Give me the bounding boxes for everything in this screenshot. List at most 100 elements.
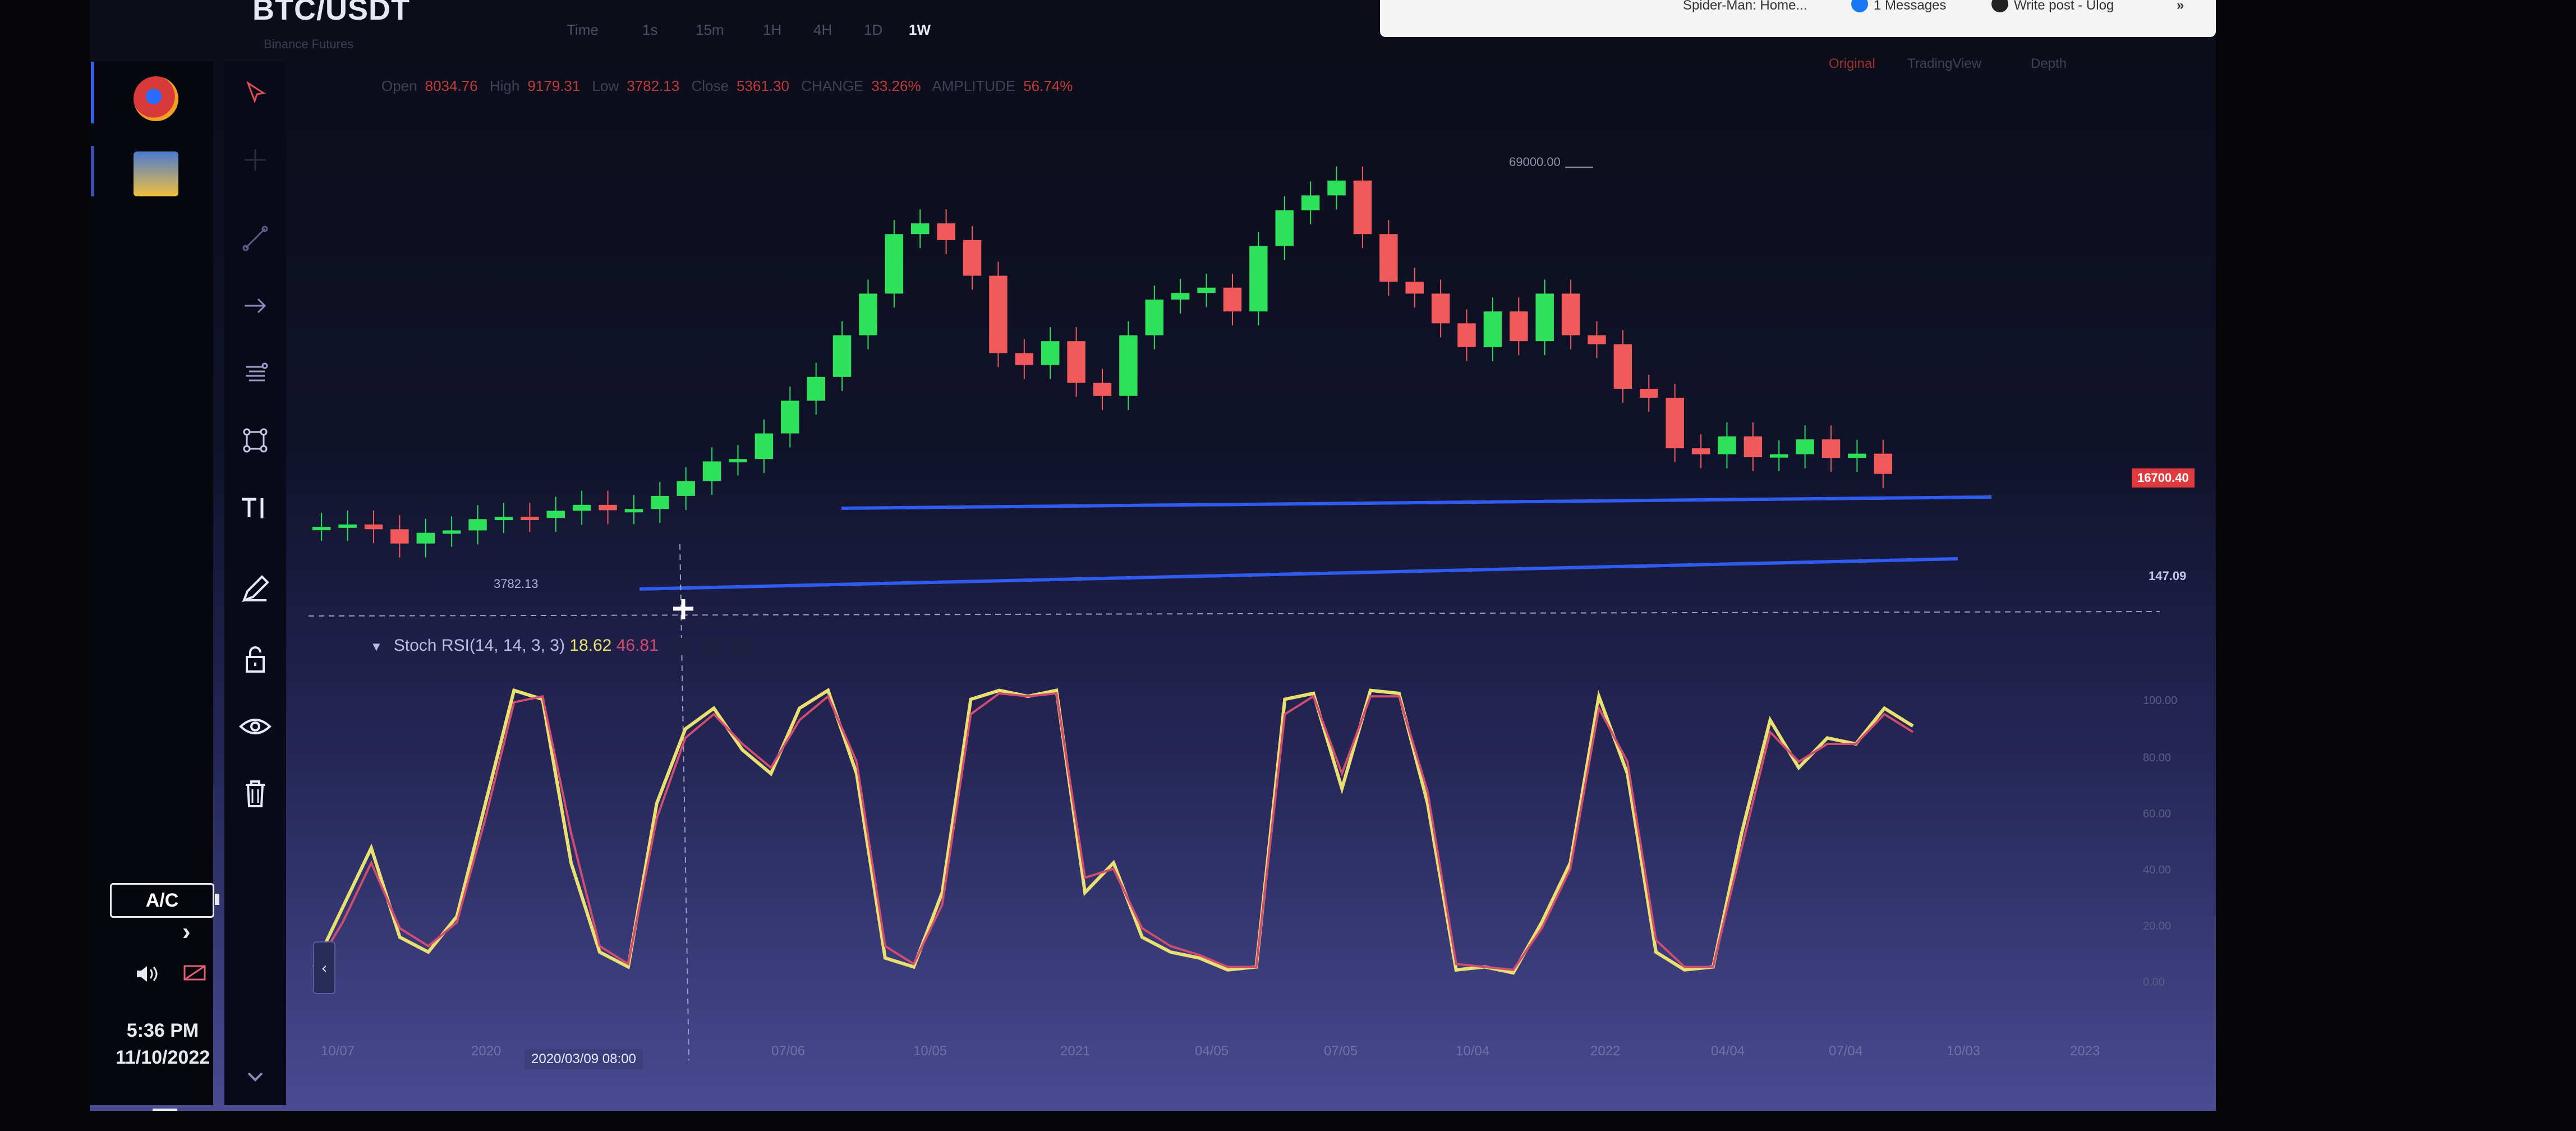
open-label: Open xyxy=(381,77,417,94)
crosshair-icon[interactable] xyxy=(236,140,275,180)
x-axis-label: 2020 xyxy=(471,1043,502,1059)
panel-collapse-button[interactable]: ‹ xyxy=(313,941,335,994)
speaker-icon[interactable] xyxy=(135,963,163,990)
tab-depth[interactable]: Depth xyxy=(2031,56,2067,72)
trend-line-icon[interactable] xyxy=(236,219,275,258)
lock-icon[interactable] xyxy=(236,640,275,679)
tab-timeframe-1d[interactable]: 1D xyxy=(864,21,882,39)
candle-body xyxy=(963,240,982,276)
stoch-rsi-legend[interactable]: ▼ Stoch RSI(14, 14, 3, 3) 18.62 46.81 xyxy=(370,636,750,655)
tab-spiderman[interactable]: Spider-Man: Home... xyxy=(1683,0,1807,13)
tabs-overflow-button[interactable]: » xyxy=(2177,0,2184,13)
tab-timeframe-time[interactable]: Time xyxy=(567,21,599,39)
candle-body xyxy=(832,335,852,377)
low-value: 3782.13 xyxy=(627,77,680,94)
pen-icon[interactable] xyxy=(236,569,275,609)
axis-tick: 60.00 xyxy=(2143,808,2172,820)
candle-body xyxy=(1640,389,1658,398)
candle-body xyxy=(807,376,825,401)
tab-write-post[interactable]: Write post - Ulog xyxy=(2014,0,2114,13)
battery-indicator[interactable]: A/C xyxy=(110,883,219,918)
candle-body xyxy=(911,223,930,235)
network-icon[interactable] xyxy=(182,963,207,990)
axis-tick: 20.00 xyxy=(2143,920,2172,932)
close-label: Close xyxy=(691,77,729,94)
candle-body xyxy=(885,234,904,294)
tab-messages[interactable]: 1 Messages xyxy=(1874,0,1946,13)
indicator-name: Stoch RSI(14, 14, 3, 3) xyxy=(393,636,565,655)
candle-body xyxy=(364,524,383,530)
facebook-icon xyxy=(1851,0,1868,12)
candle-body xyxy=(729,459,747,463)
expand-arrow-icon[interactable]: › xyxy=(182,918,191,946)
chevron-down-icon[interactable] xyxy=(236,1066,275,1088)
clock-date: 11/10/2022 xyxy=(115,1047,210,1068)
high-value: 9179.31 xyxy=(527,77,581,94)
candle-body xyxy=(390,529,409,544)
notification-center-icon[interactable]: 4 xyxy=(150,1105,184,1111)
eye-icon[interactable] xyxy=(236,707,275,746)
trash-icon[interactable] xyxy=(236,774,275,813)
amplitude-label: AMPLITUDE xyxy=(932,77,1016,94)
tab-original[interactable]: Original xyxy=(1829,56,1875,72)
battery-label: A/C xyxy=(145,889,179,911)
price-chart[interactable] xyxy=(309,107,2205,1072)
symbol-title[interactable]: BTC/USDT xyxy=(252,0,410,27)
indicator-hide-icon[interactable] xyxy=(703,638,721,655)
candle-body xyxy=(1613,344,1632,389)
candle-body xyxy=(1874,453,1893,474)
profile-avatar-icon[interactable] xyxy=(134,151,178,196)
indicator-close-icon[interactable] xyxy=(733,638,750,655)
candle-body xyxy=(1093,383,1112,396)
low-label: Low xyxy=(592,77,619,94)
tab-tradingview[interactable]: TradingView xyxy=(1907,56,1981,72)
app-sidebar: A/C › 5:36 PM 11/10/2022 4 xyxy=(90,62,219,1111)
candle-body xyxy=(1119,335,1138,396)
candle-body xyxy=(1821,439,1841,458)
candle-body xyxy=(442,530,461,534)
cursor-icon[interactable] xyxy=(236,73,275,112)
tab-timeframe-1w[interactable]: 1W xyxy=(909,21,931,39)
tab-timeframe-1h[interactable]: 1H xyxy=(763,21,781,39)
candle-body xyxy=(1848,453,1866,458)
browser-tabbar: Spider-Man: Home... 1 Messages Write pos… xyxy=(1380,0,2216,37)
last-price-tag: 16700.40 xyxy=(2132,468,2195,488)
candle-body xyxy=(312,527,331,531)
candle-body xyxy=(1666,397,1684,449)
high-marker-label: 69000.00 xyxy=(1509,155,1561,169)
x-axis-label: 10/03 xyxy=(1947,1043,1981,1059)
shape-icon[interactable] xyxy=(236,421,275,460)
tab-timeframe-15m[interactable]: 15m xyxy=(696,21,724,39)
tab-timeframe-1s[interactable]: 1s xyxy=(642,21,657,39)
candle-body xyxy=(546,511,565,518)
candle-body xyxy=(1561,293,1580,335)
x-axis-label: 2021 xyxy=(1060,1043,1091,1059)
candle-body xyxy=(1796,439,1814,454)
crosshair-horizontal xyxy=(309,611,2160,617)
stoch-d-line xyxy=(313,692,1914,971)
candle-body xyxy=(677,481,695,496)
stoch-rsi-panel xyxy=(312,688,1914,975)
axis-tick: 40.00 xyxy=(2143,864,2172,876)
indicator-settings-icon[interactable] xyxy=(674,638,692,655)
x-axis-label: 10/05 xyxy=(913,1043,947,1059)
arrow-icon[interactable] xyxy=(236,286,275,325)
chrome-avatar-icon[interactable] xyxy=(134,76,178,121)
close-value: 5361.30 xyxy=(736,77,789,94)
axis-tick: 80.00 xyxy=(2143,752,2172,764)
tab-timeframe-4h[interactable]: 4H xyxy=(813,21,832,39)
candle-body xyxy=(1249,246,1268,312)
x-axis-label: 10/04 xyxy=(1456,1043,1490,1059)
x-axis-label: 2022 xyxy=(1590,1043,1621,1059)
ohlc-readout: Open 8034.76 High 9179.31 Low 3782.13 Close… xyxy=(381,77,1080,95)
crosshair-cursor-icon xyxy=(673,599,693,619)
candle-body xyxy=(416,532,435,544)
d-value: 46.81 xyxy=(616,636,659,655)
candle-body xyxy=(494,517,513,521)
candle-body xyxy=(1405,282,1424,294)
candle-body xyxy=(1744,436,1763,457)
text-icon[interactable] xyxy=(236,488,275,527)
fib-icon[interactable] xyxy=(236,353,275,393)
axis-tick: 100.00 xyxy=(2143,695,2178,707)
collapse-caret-icon[interactable]: ▼ xyxy=(370,640,383,654)
